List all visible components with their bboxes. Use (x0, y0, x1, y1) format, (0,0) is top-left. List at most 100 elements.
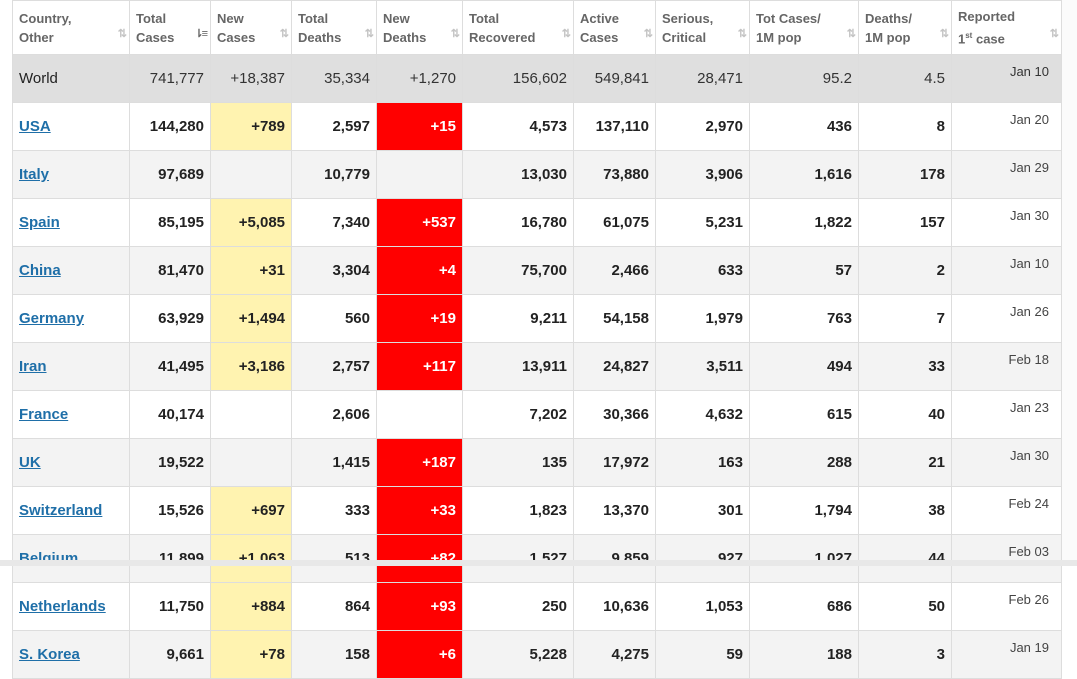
country-link[interactable]: UK (19, 454, 41, 471)
cell-deaths-per-1m: 2 (858, 246, 952, 295)
column-header-line1: Total (298, 10, 329, 26)
sort-icon[interactable]: ⇅ (562, 25, 571, 44)
country-link[interactable]: Switzerland (19, 502, 102, 519)
cell-active-cases: 13,370 (573, 486, 656, 535)
cell-country: Netherlands (12, 582, 130, 631)
covid-stats-table: Country, Other ⇅ Total Cases ⇂≡ New Cases ⇅ Total… (12, 0, 1062, 679)
sort-icon[interactable]: ⇅ (1050, 25, 1059, 44)
column-header-country[interactable]: Country, Other ⇅ (12, 0, 130, 55)
column-header-line2: 1st case (958, 26, 1045, 48)
column-header-line2: Cases (136, 29, 175, 45)
column-header-line2: 1M pop (756, 29, 802, 45)
cell-country: S. Korea (12, 630, 130, 679)
cell-active-cases: 61,075 (573, 198, 656, 247)
cell-total-deaths: 2,757 (291, 342, 377, 391)
world-total-row: World 741,777 +18,387 35,334 +1,270 156,602 54… (12, 54, 1062, 103)
cell-country: World (12, 54, 130, 103)
cell-deaths-per-1m: 4.5 (858, 54, 952, 103)
column-header-new-deaths[interactable]: New Deaths ⇅ (376, 0, 463, 55)
sort-icon[interactable]: ⇂≡ (194, 25, 208, 44)
country-link[interactable]: S. Korea (19, 646, 80, 663)
cell-active-cases: 549,841 (573, 54, 656, 103)
cell-new-deaths: +82 (376, 534, 463, 583)
cell-first-case: Jan 10 (951, 54, 1062, 103)
cell-new-cases: +884 (210, 582, 292, 631)
cell-serious-critical: 633 (655, 246, 750, 295)
cell-total-recovered: 4,573 (462, 102, 574, 151)
sort-icon[interactable]: ⇅ (118, 25, 127, 44)
column-header-total-cases[interactable]: Total Cases ⇂≡ (129, 0, 211, 55)
cell-deaths-per-1m: 178 (858, 150, 952, 199)
cell-new-deaths: +6 (376, 630, 463, 679)
cell-new-cases: +1,494 (210, 294, 292, 343)
cell-active-cases: 4,275 (573, 630, 656, 679)
country-link[interactable]: USA (19, 118, 51, 135)
cell-new-cases: +78 (210, 630, 292, 679)
cell-first-case: Feb 24 (951, 486, 1062, 535)
sort-icon[interactable]: ⇅ (940, 25, 949, 44)
sort-icon[interactable]: ⇅ (365, 25, 374, 44)
country-link[interactable]: France (19, 406, 68, 423)
cell-deaths-per-1m: 8 (858, 102, 952, 151)
cell-total-recovered: 250 (462, 582, 574, 631)
cell-deaths-per-1m: 33 (858, 342, 952, 391)
column-header-line1: New (217, 10, 244, 26)
table-row: USA 144,280 +789 2,597 +15 4,573 137,110 2,970 4… (12, 102, 1062, 151)
column-header-line1: Active (580, 10, 620, 26)
country-link[interactable]: Spain (19, 214, 60, 231)
column-header-line1: Reported (958, 8, 1016, 24)
cell-new-deaths (376, 150, 463, 199)
column-header-active-cases[interactable]: Active Cases ⇅ (573, 0, 656, 55)
country-link[interactable]: Netherlands (19, 598, 106, 615)
cell-new-cases (210, 438, 292, 487)
sort-icon[interactable]: ⇅ (847, 25, 856, 44)
column-header-total-deaths[interactable]: Total Deaths ⇅ (291, 0, 377, 55)
cell-deaths-per-1m: 3 (858, 630, 952, 679)
column-header-line2: Cases (580, 29, 619, 45)
sort-icon[interactable]: ⇅ (451, 25, 460, 44)
cell-cases-per-1m: 288 (749, 438, 859, 487)
cell-new-cases: +5,085 (210, 198, 292, 247)
country-link[interactable]: Germany (19, 310, 84, 327)
column-header-deaths-per-1m[interactable]: Deaths/1M pop ⇅ (858, 0, 952, 55)
cell-serious-critical: 3,511 (655, 342, 750, 391)
horizontal-scrollbar-track[interactable] (0, 560, 1077, 566)
cell-serious-critical: 163 (655, 438, 750, 487)
cell-total-cases: 741,777 (129, 54, 211, 103)
country-link[interactable]: China (19, 262, 61, 279)
cell-total-cases: 11,750 (129, 582, 211, 631)
column-header-serious-critical[interactable]: Serious, Critical ⇅ (655, 0, 750, 55)
cell-serious-critical: 5,231 (655, 198, 750, 247)
column-header-total-recovered[interactable]: Total Recovered ⇅ (462, 0, 574, 55)
column-header-new-cases[interactable]: New Cases ⇅ (210, 0, 292, 55)
cell-country: France (12, 390, 130, 439)
cell-active-cases: 24,827 (573, 342, 656, 391)
sort-icon[interactable]: ⇅ (280, 25, 289, 44)
country-link[interactable]: Iran (19, 358, 47, 375)
cell-serious-critical: 59 (655, 630, 750, 679)
cell-country: Belgium (12, 534, 130, 583)
cell-active-cases: 9,859 (573, 534, 656, 583)
cell-new-deaths: +187 (376, 438, 463, 487)
column-header-tot-cases-per-1m[interactable]: Tot Cases/1M pop ⇅ (749, 0, 859, 55)
sort-icon[interactable]: ⇅ (644, 25, 653, 44)
cell-total-recovered: 9,211 (462, 294, 574, 343)
sort-icon[interactable]: ⇅ (738, 25, 747, 44)
cell-deaths-per-1m: 44 (858, 534, 952, 583)
cell-active-cases: 30,366 (573, 390, 656, 439)
column-header-line1: Deaths/ (865, 10, 912, 26)
cell-new-cases: +31 (210, 246, 292, 295)
country-link[interactable]: Italy (19, 166, 49, 183)
cell-active-cases: 2,466 (573, 246, 656, 295)
cell-cases-per-1m: 1,616 (749, 150, 859, 199)
column-header-line1: Total (469, 10, 500, 26)
column-header-line1: Country, (19, 10, 72, 26)
column-header-reported-first-case[interactable]: Reported 1st case ⇅ (951, 0, 1062, 55)
cell-country: Switzerland (12, 486, 130, 535)
cell-first-case: Jan 10 (951, 246, 1062, 295)
column-header-line2: Critical (662, 29, 707, 45)
cell-total-recovered: 156,602 (462, 54, 574, 103)
column-header-line2: Cases (217, 29, 256, 45)
cell-new-deaths: +117 (376, 342, 463, 391)
cell-total-recovered: 5,228 (462, 630, 574, 679)
